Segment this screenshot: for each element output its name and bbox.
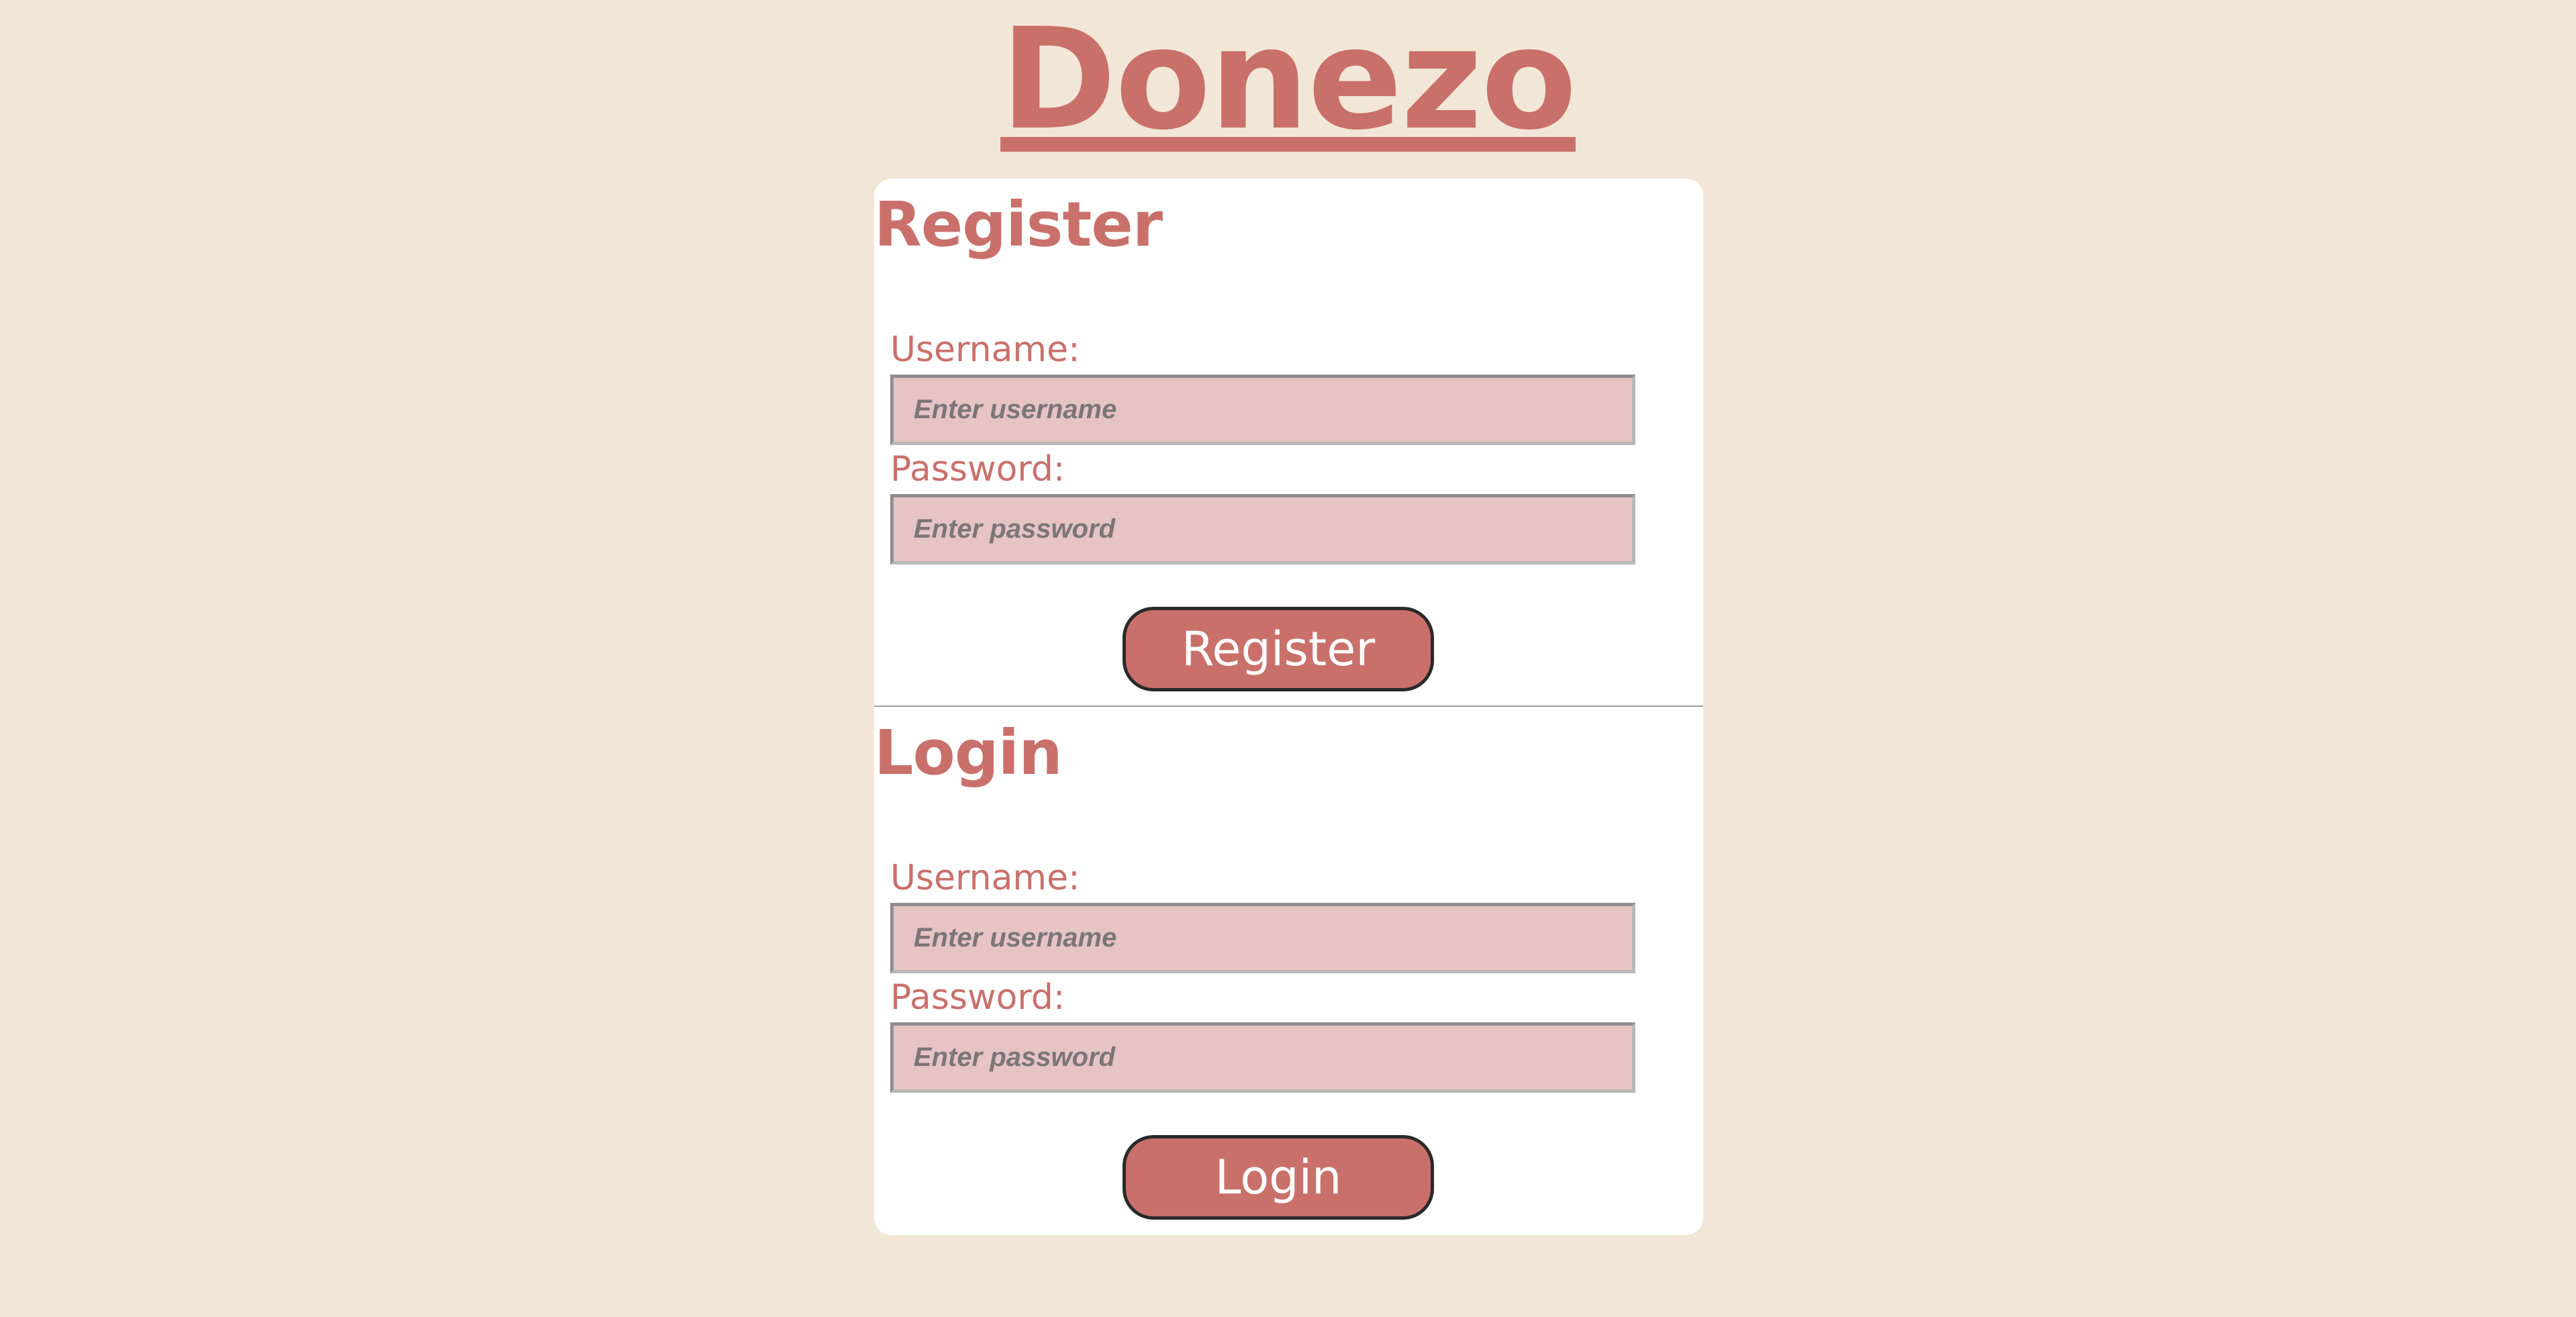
login-button[interactable]: Login xyxy=(1123,1135,1434,1220)
register-password-input[interactable] xyxy=(890,494,1635,565)
login-username-input[interactable] xyxy=(890,903,1635,973)
login-username-label: Username: xyxy=(890,858,1080,898)
login-password-label: Password: xyxy=(890,977,1065,1018)
register-heading: Register xyxy=(874,189,1163,260)
auth-card: Register Username: Password: Register Lo… xyxy=(874,179,1703,1235)
login-password-input[interactable] xyxy=(890,1022,1635,1093)
login-section: Login Username: Password: Login xyxy=(874,707,1703,1235)
register-username-input[interactable] xyxy=(890,375,1635,445)
register-username-label: Username: xyxy=(890,330,1080,370)
login-heading: Login xyxy=(874,717,1063,789)
app-title: Donezo xyxy=(1000,0,1577,161)
register-section: Register Username: Password: Register xyxy=(874,179,1703,705)
register-button[interactable]: Register xyxy=(1123,607,1434,691)
register-password-label: Password: xyxy=(890,449,1065,489)
